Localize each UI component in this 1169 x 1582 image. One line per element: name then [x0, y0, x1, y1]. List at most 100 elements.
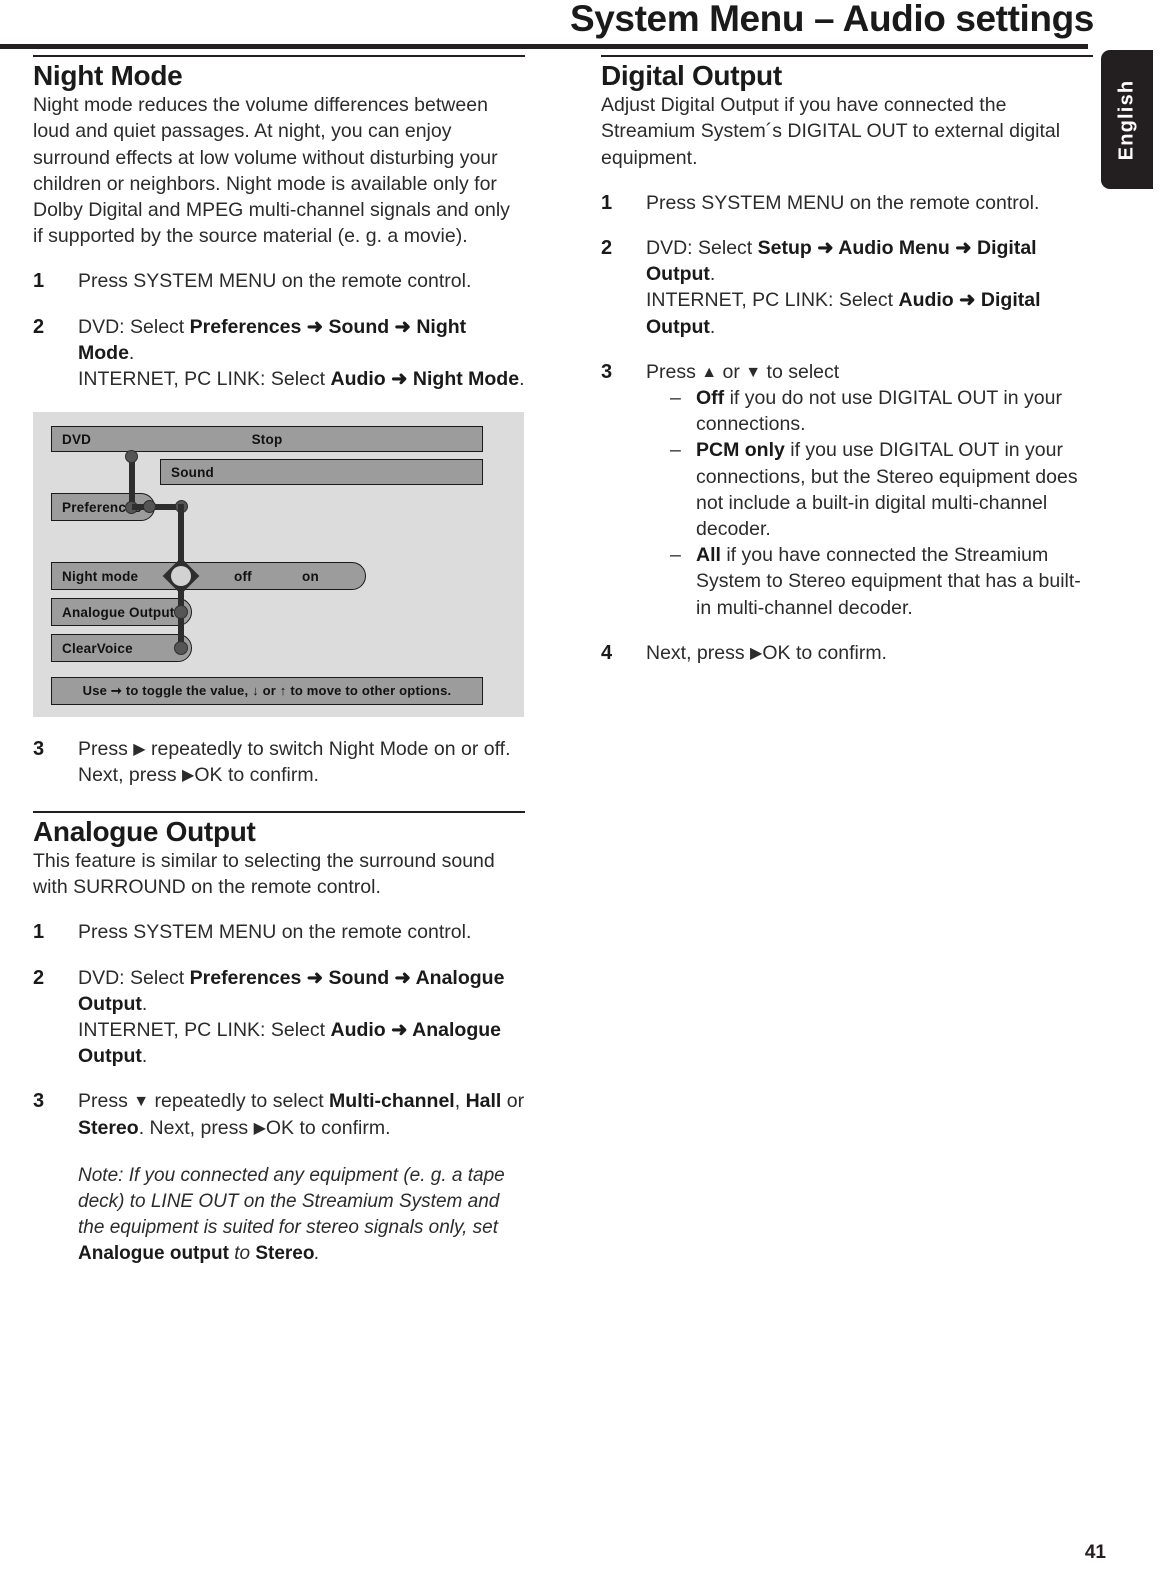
left-column: Night Mode Night mode reduces the volume…	[33, 55, 525, 1268]
digital-output-intro: Adjust Digital Output if you have connec…	[601, 94, 1061, 169]
dash-bullet: –	[670, 387, 681, 410]
section-analogue-output: Analogue Output This feature is similar …	[33, 810, 525, 1268]
night-mode-steps: 1 Press SYSTEM MENU on the remote contro…	[33, 268, 525, 392]
option-stereo: Stereo	[78, 1116, 139, 1139]
header-divider	[0, 44, 1088, 49]
step-item: 1 Press SYSTEM MENU on the remote contro…	[33, 919, 525, 945]
menu-path-2: Sound	[328, 315, 390, 338]
step-line-internet: INTERNET, PC LINK: Select Audio ➜ Digita…	[646, 289, 1041, 337]
analogue-output-heading: Analogue Output	[33, 815, 256, 847]
step-item: 2 DVD: Select Preferences ➜ Sound ➜ Anal…	[33, 965, 525, 1070]
section-night-mode: Night Mode Night mode reduces the volume…	[33, 55, 525, 789]
step-text-mid: repeatedly to select	[149, 1090, 330, 1113]
step-text-post: .	[519, 368, 525, 391]
step-text-post: OK to confirm.	[194, 764, 319, 787]
option-hall: Hall	[465, 1090, 502, 1113]
step-item: 3 Press ▲ or ▼ to select – Off if you do …	[601, 359, 1093, 621]
step-number: 2	[601, 237, 613, 260]
menu-path-2: Audio Menu	[838, 237, 950, 260]
menu-path-1: Setup	[757, 237, 812, 260]
menu-path-1: Audio	[330, 1018, 386, 1041]
step-item: 2 DVD: Select Setup ➜ Audio Menu ➜ Digit…	[601, 235, 1093, 340]
step-text-pre: INTERNET, PC LINK: Select	[646, 289, 899, 312]
note-label: Note:	[78, 1164, 129, 1186]
right-arrow-icon: ▶	[182, 767, 195, 785]
step-line-dvd: DVD: Select Setup ➜ Audio Menu ➜ Digital…	[646, 237, 1037, 285]
note-body-1: If you connected any equipment (e. g. a …	[78, 1164, 505, 1239]
down-arrow-icon: ▼	[745, 363, 762, 381]
step-text-post: OK to confirm.	[762, 641, 887, 664]
option-description: if you have connected the Streamium Syst…	[696, 544, 1081, 619]
arrow-sep: ➜	[811, 237, 839, 260]
step-text: Press SYSTEM MENU on the remote control.	[646, 191, 1040, 214]
step-number: 2	[33, 315, 45, 338]
dash-bullet: –	[670, 439, 681, 462]
dash-bullet: –	[670, 544, 681, 567]
step-number: 1	[601, 191, 613, 214]
step-text-post: to select	[761, 360, 840, 383]
analogue-output-intro: This feature is similar to selecting the…	[33, 849, 495, 899]
step-text-post: .	[141, 1045, 148, 1068]
step-item: 2 DVD: Select Preferences ➜ Sound ➜ Nigh…	[33, 314, 525, 393]
night-mode-steps-cont: 3 Press ▶ repeatedly to switch Night Mod…	[33, 736, 525, 788]
night-mode-intro: Night mode reduces the volume difference…	[33, 94, 510, 248]
step-text-post: .	[709, 315, 716, 338]
menu-night-mode-label: Night mode	[62, 568, 139, 584]
menu-row-source: DVD Stop	[51, 426, 483, 453]
step-number: 3	[33, 1090, 45, 1113]
arrow-sep: ➜	[301, 966, 329, 989]
step-line-internet: INTERNET, PC LINK: Select Audio ➜ Analog…	[78, 1019, 501, 1067]
step-number: 2	[33, 966, 45, 989]
menu-clearvoice-label: ClearVoice	[62, 640, 133, 656]
section-digital-output: Digital Output Adjust Digital Output if …	[601, 55, 1093, 666]
step-line-dvd: DVD: Select Preferences ➜ Sound ➜ Night …	[78, 316, 466, 364]
analogue-output-steps: 1 Press SYSTEM MENU on the remote contro…	[33, 919, 525, 1140]
step-text-mid: or	[717, 360, 746, 383]
up-arrow-icon: ▲	[701, 363, 718, 381]
step-number: 1	[33, 270, 45, 293]
menu-path-2: Sound	[328, 966, 390, 989]
step-text-post: .	[709, 263, 716, 286]
note-end: .	[314, 1243, 320, 1265]
step-text-pre: Press	[78, 738, 134, 761]
step-item: 1 Press SYSTEM MENU on the remote contro…	[33, 268, 525, 294]
separator: ,	[454, 1090, 466, 1113]
step-number: 1	[33, 921, 45, 944]
step-number: 3	[33, 738, 45, 761]
menu-path-1: Audio	[898, 289, 954, 312]
menu-sound-label: Sound	[171, 464, 214, 480]
step-item: 3 Press ▶ repeatedly to switch Night Mod…	[33, 736, 525, 788]
section-divider	[33, 55, 525, 57]
option-label-off: Off	[696, 387, 725, 410]
step-text-post: OK to confirm.	[265, 1116, 391, 1139]
right-arrow-icon: ▶	[750, 644, 763, 662]
section-divider	[601, 55, 1093, 57]
menu-row-clearvoice: ClearVoice	[51, 634, 192, 663]
digital-output-options: – Off if you do not use DIGITAL OUT in yo…	[646, 385, 1093, 621]
step-text-post: .	[128, 341, 135, 364]
arrow-sep: ➜	[389, 966, 416, 989]
option-item: – All if you have connected the Streamium…	[670, 542, 1093, 621]
step-text-pre: INTERNET, PC LINK: Select	[78, 1018, 331, 1041]
menu-hint-bar: Use ➞ to toggle the value, ↓ or ↑ to mov…	[51, 677, 483, 706]
separator: or	[501, 1090, 525, 1113]
step-text-mid2: . Next, press	[138, 1116, 254, 1139]
language-tab: English	[1101, 50, 1153, 189]
menu-screenshot-diagram: DVD Stop Sound Preferences Night mode of…	[33, 412, 524, 718]
menu-hint-text: Use ➞ to toggle the value, ↓ or ↑ to mov…	[82, 683, 452, 699]
down-arrow-icon: ▼	[133, 1093, 150, 1111]
step-line-dvd: DVD: Select Preferences ➜ Sound ➜ Analog…	[78, 967, 504, 1015]
step-item: 1 Press SYSTEM MENU on the remote contro…	[601, 190, 1093, 216]
note-bold-analogue-output: Analogue output	[78, 1243, 229, 1265]
section-divider	[33, 810, 525, 813]
menu-path-1: Audio	[330, 368, 386, 391]
right-column: Digital Output Adjust Digital Output if …	[601, 55, 1093, 666]
menu-status-label: Stop	[251, 431, 283, 447]
option-label-pcm-only: PCM only	[696, 439, 785, 462]
arrow-sep: ➜	[949, 237, 978, 260]
step-item: 3 Press ▼ repeatedly to select Multi-cha…	[33, 1088, 525, 1140]
page-title: System Menu – Audio settings	[569, 0, 1094, 39]
step-text: Press SYSTEM MENU on the remote control.	[78, 270, 472, 293]
option-multi-channel: Multi-channel	[329, 1090, 455, 1113]
arrow-sep: ➜	[389, 315, 417, 338]
